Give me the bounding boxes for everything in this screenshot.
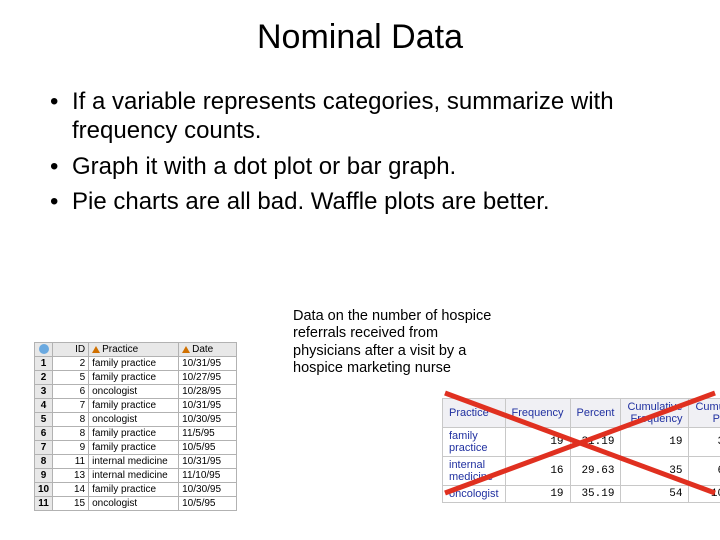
spreadsheet-table: ID Practice Date 12family practice10/31/… [34, 342, 237, 511]
column-header: ID [53, 343, 89, 357]
table-header-row: ID Practice Date [35, 343, 237, 357]
column-header: Frequency [505, 399, 570, 428]
table-row: internal medicine1629.633564.81 [443, 457, 720, 486]
column-header: Date [179, 343, 237, 357]
bullet-item: Pie charts are all bad. Waffle plots are… [50, 187, 670, 216]
table-row: 58oncologist10/30/95 [35, 413, 237, 427]
table-row: 12family practice10/31/95 [35, 357, 237, 371]
figure-caption: Data on the number of hospice referrals … [293, 308, 493, 378]
warning-icon [182, 346, 190, 353]
table-row: 79family practice10/5/95 [35, 441, 237, 455]
table-header-row: Practice Frequency Percent Cumulative Fr… [443, 399, 720, 428]
column-header: Percent [570, 399, 621, 428]
column-header: Practice [89, 343, 179, 357]
globe-icon [39, 344, 49, 354]
table-row: oncologist1935.1954100.00 [443, 486, 720, 503]
table-row: 1014family practice10/30/95 [35, 483, 237, 497]
bullet-list: If a variable represents categories, sum… [0, 67, 720, 216]
table-row: 68family practice11/5/95 [35, 427, 237, 441]
table-row: 1115oncologist10/5/95 [35, 497, 237, 511]
bullet-item: If a variable represents categories, sum… [50, 87, 670, 146]
slide-title: Nominal Data [0, 0, 720, 67]
frequency-table: Practice Frequency Percent Cumulative Fr… [442, 398, 720, 503]
corner-cell [35, 343, 53, 357]
table-row: 47family practice10/31/95 [35, 399, 237, 413]
table-row: 25family practice10/27/95 [35, 371, 237, 385]
bullet-item: Graph it with a dot plot or bar graph. [50, 152, 670, 181]
table-row: 811internal medicine10/31/95 [35, 455, 237, 469]
slide: Nominal Data If a variable represents ca… [0, 0, 720, 540]
table-row: 36oncologist10/28/95 [35, 385, 237, 399]
column-header: Practice [443, 399, 506, 428]
column-header: Cumulative Frequency [621, 399, 689, 428]
table-row: family practice1931.191931.19 [443, 428, 720, 457]
table-row: 913internal medicine11/10/95 [35, 469, 237, 483]
column-header: Cumulative Percent [689, 399, 720, 428]
warning-icon [92, 346, 100, 353]
